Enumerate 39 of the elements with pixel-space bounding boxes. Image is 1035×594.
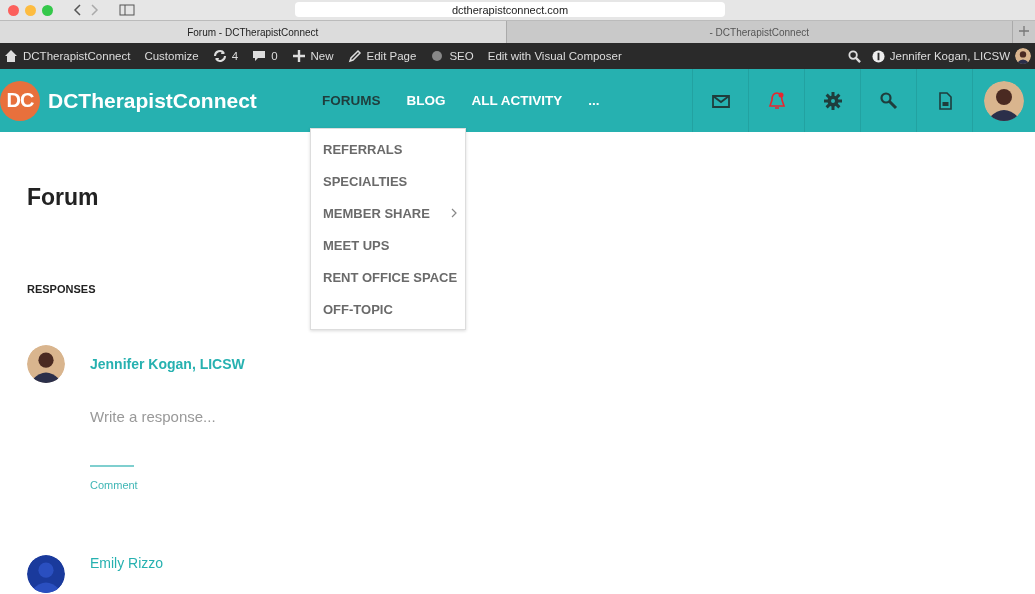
menu-item[interactable]: REFERRALS [311, 133, 466, 165]
logo-mark[interactable]: DC [0, 80, 40, 121]
refresh-icon [212, 49, 227, 63]
admin-bar-link[interactable]: SEO [449, 50, 474, 62]
avatar [1015, 48, 1031, 64]
admin-bar-link[interactable]: Customize [144, 50, 199, 62]
house-icon [4, 49, 18, 63]
menu-item[interactable]: OFF-TOPIC [311, 293, 466, 325]
avatar [27, 345, 65, 383]
search-icon[interactable] [847, 49, 861, 63]
sidebar-icon[interactable] [119, 4, 135, 16]
admin-bar-link[interactable]: Edit with Visual Composer [487, 50, 622, 62]
admin-bar-link[interactable]: 4 [231, 50, 239, 62]
speech-bubble-icon [252, 49, 267, 63]
pencil-icon [347, 49, 362, 63]
address-bar[interactable]: dctherapistconnect.com [295, 2, 725, 17]
browser-tab[interactable]: Forum - DCTherapistConnect [0, 21, 507, 43]
info-icon[interactable] [871, 49, 885, 63]
menu-item[interactable]: RENT OFFICE SPACE [311, 261, 466, 293]
page-title: Forum [27, 184, 100, 211]
admin-bar-link[interactable]: New [310, 50, 334, 62]
close-light[interactable] [8, 4, 19, 16]
nav-link[interactable]: FORUMS [322, 93, 381, 108]
back-icon[interactable] [73, 4, 83, 16]
user-name[interactable]: Jennifer Kogan, LICSW [889, 50, 1010, 62]
chevron-icon [451, 208, 458, 218]
plus-icon [291, 49, 306, 63]
search-icon[interactable] [878, 90, 899, 111]
status-dot-icon [430, 49, 445, 63]
avatar [984, 80, 1024, 121]
settings-icon[interactable] [822, 90, 843, 111]
menu-item[interactable]: SPECIALTIES [311, 165, 466, 197]
admin-bar-link[interactable]: Edit Page [366, 50, 417, 62]
menu-item[interactable]: MEET UPS [311, 229, 466, 261]
avatar [27, 555, 65, 593]
admin-bar-link[interactable]: 0 [271, 50, 278, 62]
admin-bar-link[interactable]: DCTherapistConnect [23, 50, 131, 62]
section-heading: RESPONSES [27, 283, 97, 295]
menu-item[interactable]: MEMBER SHARE [311, 197, 466, 229]
